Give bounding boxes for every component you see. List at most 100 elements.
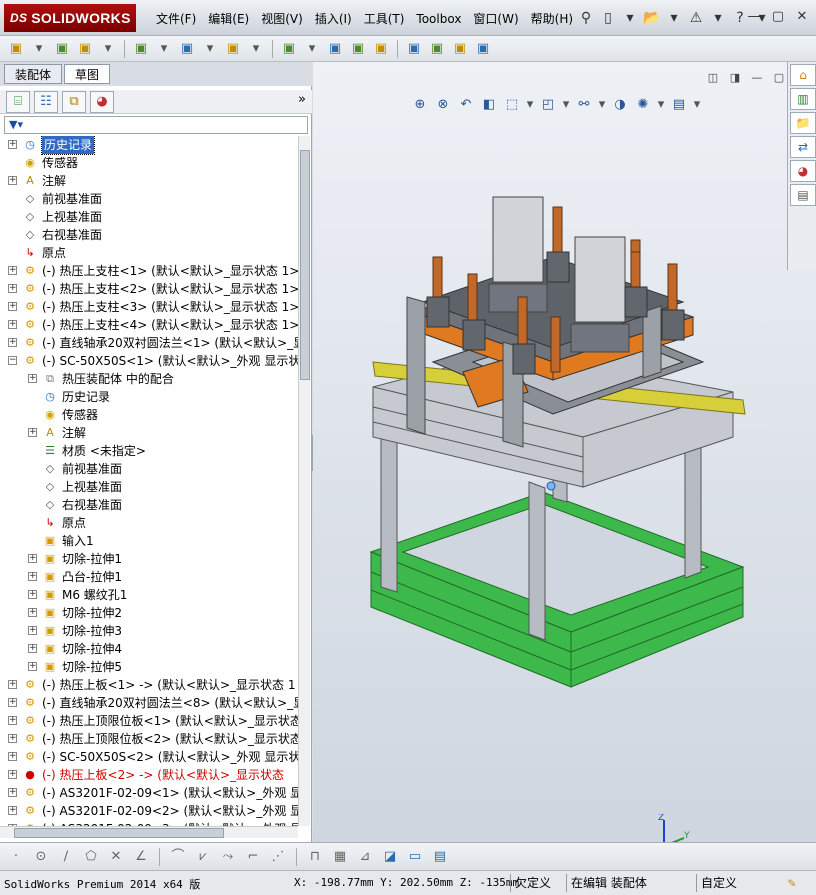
tree-node[interactable]: + ⚙ (-) 热压上支柱<1> (默认<默认>_显示状态 1> bbox=[0, 262, 298, 280]
horizontal-scroll-thumb[interactable] bbox=[14, 828, 224, 838]
configuration-manager-icon[interactable]: ⧉ bbox=[62, 90, 86, 113]
expand-toggle-icon[interactable]: + bbox=[8, 680, 17, 689]
tree-node[interactable]: ◉ 传感器 bbox=[0, 154, 298, 172]
view-palette-icon[interactable]: ⇄ bbox=[790, 136, 816, 158]
tree-node[interactable]: + ⚙ (-) 直线轴承20双衬圆法兰<1> (默认<默认>_显 bbox=[0, 334, 298, 352]
menu-item[interactable]: 帮助(H) bbox=[525, 9, 579, 29]
rectangle-icon[interactable]: ▭ bbox=[405, 847, 425, 867]
expand-toggle-icon[interactable]: + bbox=[8, 176, 17, 185]
spline-icon[interactable]: ⤳ bbox=[218, 847, 238, 867]
dropdown-icon[interactable]: ▾ bbox=[29, 39, 49, 59]
restore-icon[interactable]: ▢ bbox=[770, 70, 788, 86]
smart-dimension-icon[interactable]: ⊿ bbox=[355, 847, 375, 867]
expand-toggle-icon[interactable]: + bbox=[28, 644, 37, 653]
tree-node[interactable]: ◷ 历史记录 bbox=[0, 388, 298, 406]
unit-system[interactable]: 自定义 bbox=[696, 874, 737, 892]
tree-node[interactable]: ◇ 右视基准面 bbox=[0, 226, 298, 244]
tree-node[interactable]: ◉ 传感器 bbox=[0, 406, 298, 424]
tree-node[interactable]: + ⧉ 热压装配体 中的配合 bbox=[0, 370, 298, 388]
tree-node[interactable]: ◇ 上视基准面 bbox=[0, 208, 298, 226]
dropdown-icon[interactable]: ▾ bbox=[246, 39, 266, 59]
expand-toggle-icon[interactable]: + bbox=[8, 140, 17, 149]
tree-node[interactable]: + ▣ 切除-拉伸1 bbox=[0, 550, 298, 568]
centerline-icon[interactable]: ⋰ bbox=[268, 847, 288, 867]
tree-node[interactable]: + ⚙ (-) AS3201F-02-09<2> (默认<默认>_外观 显示 bbox=[0, 802, 298, 820]
circle-icon[interactable]: ⊙ bbox=[31, 847, 51, 867]
zoom-to-area-icon[interactable]: ⊗ bbox=[433, 95, 453, 115]
tree-node[interactable]: + ⚙ (-) 热压上支柱<3> (默认<默认>_显示状态 1> bbox=[0, 298, 298, 316]
display-style-icon[interactable]: ◰ bbox=[538, 95, 558, 115]
solidworks-resources-icon[interactable]: ⌂ bbox=[790, 64, 816, 86]
solidworks-logo[interactable]: DS SOLIDWORKS bbox=[4, 4, 136, 32]
tree-node[interactable]: ☰ 材质 <未指定> bbox=[0, 442, 298, 460]
expand-toggle-icon[interactable]: + bbox=[8, 788, 17, 797]
split-horizontal-icon[interactable]: ◨ bbox=[726, 70, 744, 86]
paperclip-icon[interactable]: ▣ bbox=[52, 39, 72, 59]
show-hidden-icon[interactable]: ▣ bbox=[371, 39, 391, 59]
dropdown-icon[interactable]: ▾ bbox=[692, 95, 702, 115]
tree-node[interactable]: ◇ 右视基准面 bbox=[0, 496, 298, 514]
view-cube-icon[interactable]: ◪ bbox=[380, 847, 400, 867]
expand-toggle-icon[interactable]: + bbox=[28, 590, 37, 599]
trim-icon[interactable]: ✕ bbox=[106, 847, 126, 867]
dropdown-icon[interactable]: ▾ bbox=[708, 8, 728, 28]
tree-node[interactable]: + ▣ 凸台-拉伸1 bbox=[0, 568, 298, 586]
tree-node[interactable]: + A 注解 bbox=[0, 172, 298, 190]
tree-node[interactable]: + ◷ 历史记录 bbox=[0, 136, 298, 155]
smart-mates-icon[interactable]: ▣ bbox=[75, 39, 95, 59]
menu-item[interactable]: 工具(T) bbox=[358, 9, 411, 29]
display-manager-icon[interactable]: ◕ bbox=[90, 90, 114, 113]
arc-icon[interactable]: ⌒ bbox=[168, 847, 188, 867]
reference-geometry-icon[interactable]: ▣ bbox=[427, 39, 447, 59]
tree-node[interactable]: ↳ 原点 bbox=[0, 244, 298, 262]
expand-toggle-icon[interactable]: + bbox=[8, 320, 17, 329]
tree-node[interactable]: + ▣ 切除-拉伸3 bbox=[0, 622, 298, 640]
open-folder-icon[interactable]: 📂 bbox=[642, 8, 662, 28]
menu-item[interactable]: 文件(F) bbox=[150, 9, 202, 29]
dropdown-icon[interactable]: ▾ bbox=[200, 39, 220, 59]
hide-show-items-icon[interactable]: ⚯ bbox=[574, 95, 594, 115]
menu-item[interactable]: 编辑(E) bbox=[202, 9, 255, 29]
close-icon[interactable]: ✕ bbox=[792, 8, 812, 26]
rotate-component-icon[interactable]: ▣ bbox=[348, 39, 368, 59]
expand-toggle-icon[interactable]: + bbox=[28, 662, 37, 671]
dropdown-icon[interactable]: ▾ bbox=[597, 95, 607, 115]
table-icon[interactable]: ▤ bbox=[430, 847, 450, 867]
menu-item[interactable]: 视图(V) bbox=[255, 9, 309, 29]
move-component-icon[interactable]: ▣ bbox=[325, 39, 345, 59]
expand-toggle-icon[interactable]: + bbox=[28, 572, 37, 581]
point-icon[interactable]: · bbox=[6, 847, 26, 867]
insert-component-icon[interactable]: ▣ bbox=[131, 39, 151, 59]
tree-node[interactable]: − ⚙ (-) SC-50X50S<1> (默认<默认>_外观 显示状态 bbox=[0, 352, 298, 370]
view-settings-icon[interactable]: ▤ bbox=[669, 95, 689, 115]
file-explorer-icon[interactable]: 📁 bbox=[790, 112, 816, 134]
tree-node[interactable]: ◇ 上视基准面 bbox=[0, 478, 298, 496]
more-tabs-icon[interactable]: » bbox=[298, 92, 306, 107]
sketch-fillet-icon[interactable]: ⩗ bbox=[193, 847, 213, 867]
linear-pattern-icon[interactable]: ▣ bbox=[279, 39, 299, 59]
polygon-icon[interactable]: ⬠ bbox=[81, 847, 101, 867]
mate-icon[interactable]: ▣ bbox=[223, 39, 243, 59]
tree-node[interactable]: + ⚙ (-) 热压上支柱<2> (默认<默认>_显示状态 1> bbox=[0, 280, 298, 298]
view-orientation-icon[interactable]: ⬚ bbox=[502, 95, 522, 115]
dropdown-icon[interactable]: ▾ bbox=[561, 95, 571, 115]
angle-icon[interactable]: ∠ bbox=[131, 847, 151, 867]
tree-node[interactable]: + ▣ 切除-拉伸2 bbox=[0, 604, 298, 622]
graphics-area[interactable]: ⊕⊗↶◧⬚▾◰▾⚯▾◑✺▾▤▾ ◫◨—▢✕ Z Y X bbox=[313, 62, 816, 864]
apply-scene-icon[interactable]: ✺ bbox=[633, 95, 653, 115]
tree-node[interactable]: + ▣ M6 螺纹孔1 bbox=[0, 586, 298, 604]
section-view-icon[interactable]: ◧ bbox=[479, 95, 499, 115]
menu-item[interactable]: 插入(I) bbox=[309, 9, 358, 29]
line-icon[interactable]: ∕ bbox=[56, 847, 76, 867]
tree-node[interactable]: + ⚙ (-) 热压上顶限位板<1> (默认<默认>_显示状态 bbox=[0, 712, 298, 730]
tab-assembly[interactable]: 装配体 bbox=[4, 64, 63, 84]
tree-node[interactable]: + ⚙ (-) 直线轴承20双衬圆法兰<8> (默认<默认>_显 bbox=[0, 694, 298, 712]
tree-node[interactable]: + ⚙ (-) 热压上支柱<4> (默认<默认>_显示状态 1> bbox=[0, 316, 298, 334]
expand-toggle-icon[interactable]: + bbox=[28, 626, 37, 635]
new-motion-study-icon[interactable]: ▣ bbox=[450, 39, 470, 59]
design-library-icon[interactable]: ▥ bbox=[790, 88, 816, 110]
vertical-scroll-thumb[interactable] bbox=[300, 150, 310, 380]
expand-toggle-icon[interactable]: + bbox=[8, 770, 17, 779]
slot-icon[interactable]: ⊓ bbox=[305, 847, 325, 867]
new-document-icon[interactable]: ▯ bbox=[598, 8, 618, 28]
